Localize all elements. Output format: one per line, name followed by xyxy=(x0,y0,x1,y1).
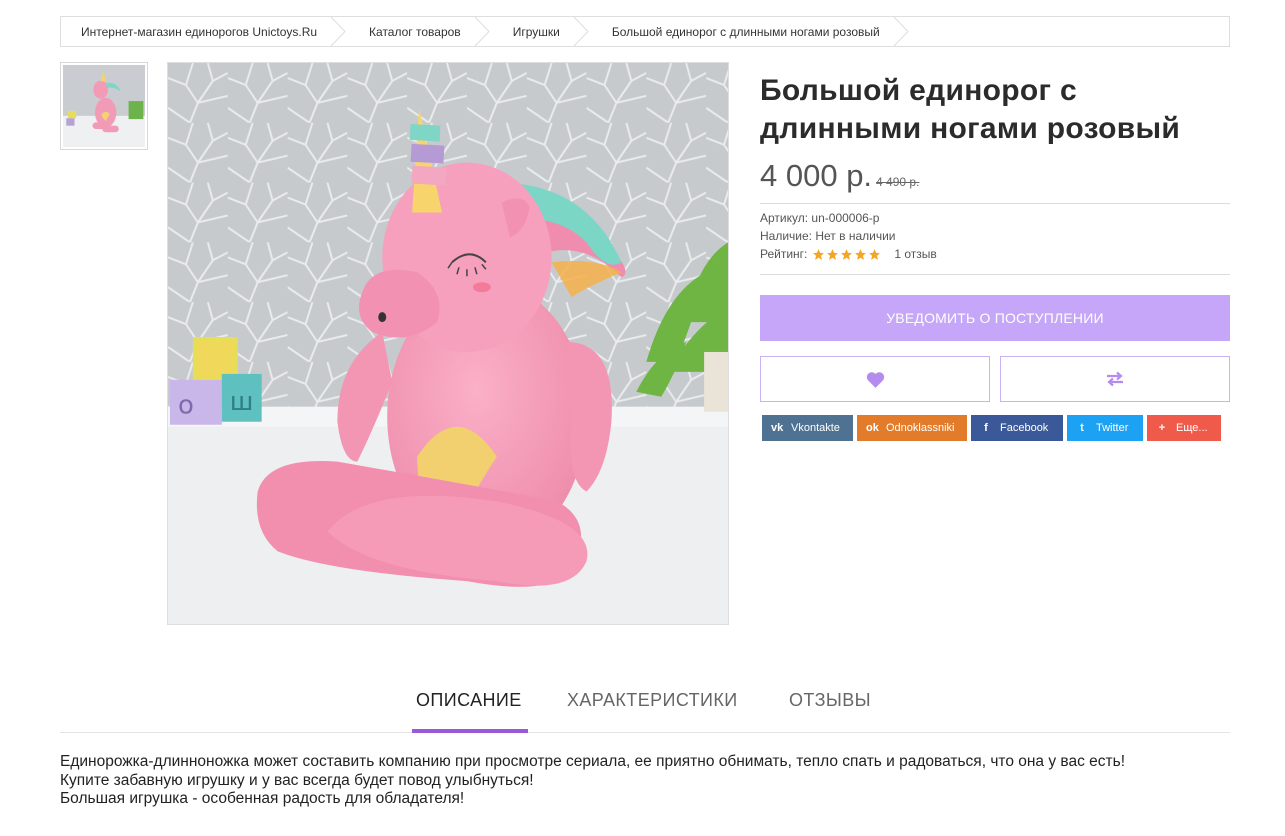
heart-icon xyxy=(866,371,884,388)
share-twitter-button[interactable]: t Twitter xyxy=(1067,415,1143,441)
breadcrumb-label: Игрушки xyxy=(512,24,560,39)
divider xyxy=(760,274,1230,275)
add-to-wishlist-button[interactable] xyxy=(760,356,990,402)
rating-label: Рейтинг: xyxy=(760,247,808,261)
share-label: Vkontakte xyxy=(791,422,840,434)
sku-value: un-000006-p xyxy=(811,211,880,225)
share-label: Еще... xyxy=(1176,422,1208,434)
breadcrumb-item-current: Большой единорог с длинными ногами розов… xyxy=(582,17,909,46)
star-icon xyxy=(855,248,867,260)
share-odnoklassniki-button[interactable]: ok Odnoklassniki xyxy=(857,415,967,441)
star-icon xyxy=(813,248,825,260)
description-line: Единорожка-длинноножка может составить к… xyxy=(60,753,1125,770)
product-description: Единорожка-длинноножка может составить к… xyxy=(60,753,1230,809)
share-label: Odnoklassniki xyxy=(886,422,955,434)
current-price: 4 000 р. xyxy=(760,158,873,193)
description-line: Большая игрушка - особенная радость для … xyxy=(60,790,465,807)
breadcrumb-label: Интернет-магазин единорогов Unictoys.Ru xyxy=(81,24,318,39)
share-label: Twitter xyxy=(1096,422,1129,434)
odnoklassniki-icon: ok xyxy=(866,422,879,434)
divider xyxy=(760,203,1230,204)
compare-arrows-icon xyxy=(1107,371,1123,387)
product-thumbnail-image xyxy=(63,65,145,147)
rating-stars xyxy=(812,248,881,261)
breadcrumb-separator-icon xyxy=(474,17,490,46)
tab-description[interactable]: ОПИСАНИЕ xyxy=(416,690,522,711)
twitter-icon: t xyxy=(1080,422,1084,434)
availability-row: Наличие: Нет в наличии xyxy=(760,227,896,245)
product-main-image[interactable]: о ш xyxy=(167,62,729,625)
share-vkontakte-button[interactable]: vk Vkontakte xyxy=(762,415,853,441)
description-line: Купите забавную игрушку и у вас всегда б… xyxy=(60,771,534,789)
breadcrumb-item-catalog[interactable]: Каталог товаров xyxy=(339,17,490,46)
plus-icon: + xyxy=(1158,422,1166,434)
tab-reviews[interactable]: ОТЗЫВЫ xyxy=(789,690,871,711)
star-icon xyxy=(869,248,881,260)
availability-value: Нет в наличии xyxy=(815,229,896,243)
breadcrumb-item-home[interactable]: Интернет-магазин единорогов Unictoys.Ru xyxy=(61,17,346,46)
vk-icon: vk xyxy=(771,422,784,434)
star-icon xyxy=(827,248,839,260)
old-price: 4 490 р. xyxy=(876,175,920,189)
sku-label: Артикул: xyxy=(760,211,809,225)
svg-text:о: о xyxy=(178,391,194,421)
product-thumbnail[interactable] xyxy=(60,62,148,150)
sku-row: Артикул: un-000006-p xyxy=(760,209,879,227)
breadcrumb-separator-icon xyxy=(573,17,589,46)
share-facebook-button[interactable]: f Facebook xyxy=(971,415,1063,441)
active-tab-indicator xyxy=(412,729,528,733)
unicorn-plush-photo: о ш xyxy=(168,63,728,624)
facebook-icon: f xyxy=(984,422,988,434)
star-icon xyxy=(841,248,853,260)
svg-text:ш: ш xyxy=(230,387,254,417)
breadcrumb-separator-icon xyxy=(330,17,346,46)
product-tabs: ОПИСАНИЕ ХАРАКТЕРИСТИКИ ОТЗЫВЫ xyxy=(60,688,1230,733)
breadcrumb-separator-icon xyxy=(893,17,909,46)
add-to-compare-button[interactable] xyxy=(1000,356,1230,402)
rating-row: Рейтинг: 1 отзыв xyxy=(760,245,937,263)
tab-specifications[interactable]: ХАРАКТЕРИСТИКИ xyxy=(567,690,738,711)
price-row: 4 000 р. 4 490 р. xyxy=(760,158,919,194)
availability-label: Наличие: xyxy=(760,229,813,243)
breadcrumb-label: Каталог товаров xyxy=(369,24,461,39)
product-title: Большой единорог с длинными ногами розов… xyxy=(760,74,1181,145)
breadcrumb-item-toys[interactable]: Игрушки xyxy=(483,17,589,46)
reviews-count-link[interactable]: 1 отзыв xyxy=(894,245,936,263)
breadcrumb-label: Большой единорог с длинными ногами розов… xyxy=(611,24,880,39)
share-label: Facebook xyxy=(1000,422,1049,434)
notify-availability-button[interactable]: УВЕДОМИТЬ О ПОСТУПЛЕНИИ xyxy=(760,295,1230,341)
breadcrumb: Интернет-магазин единорогов Unictoys.Ru … xyxy=(60,16,1230,47)
share-more-button[interactable]: + Еще... xyxy=(1147,415,1221,441)
